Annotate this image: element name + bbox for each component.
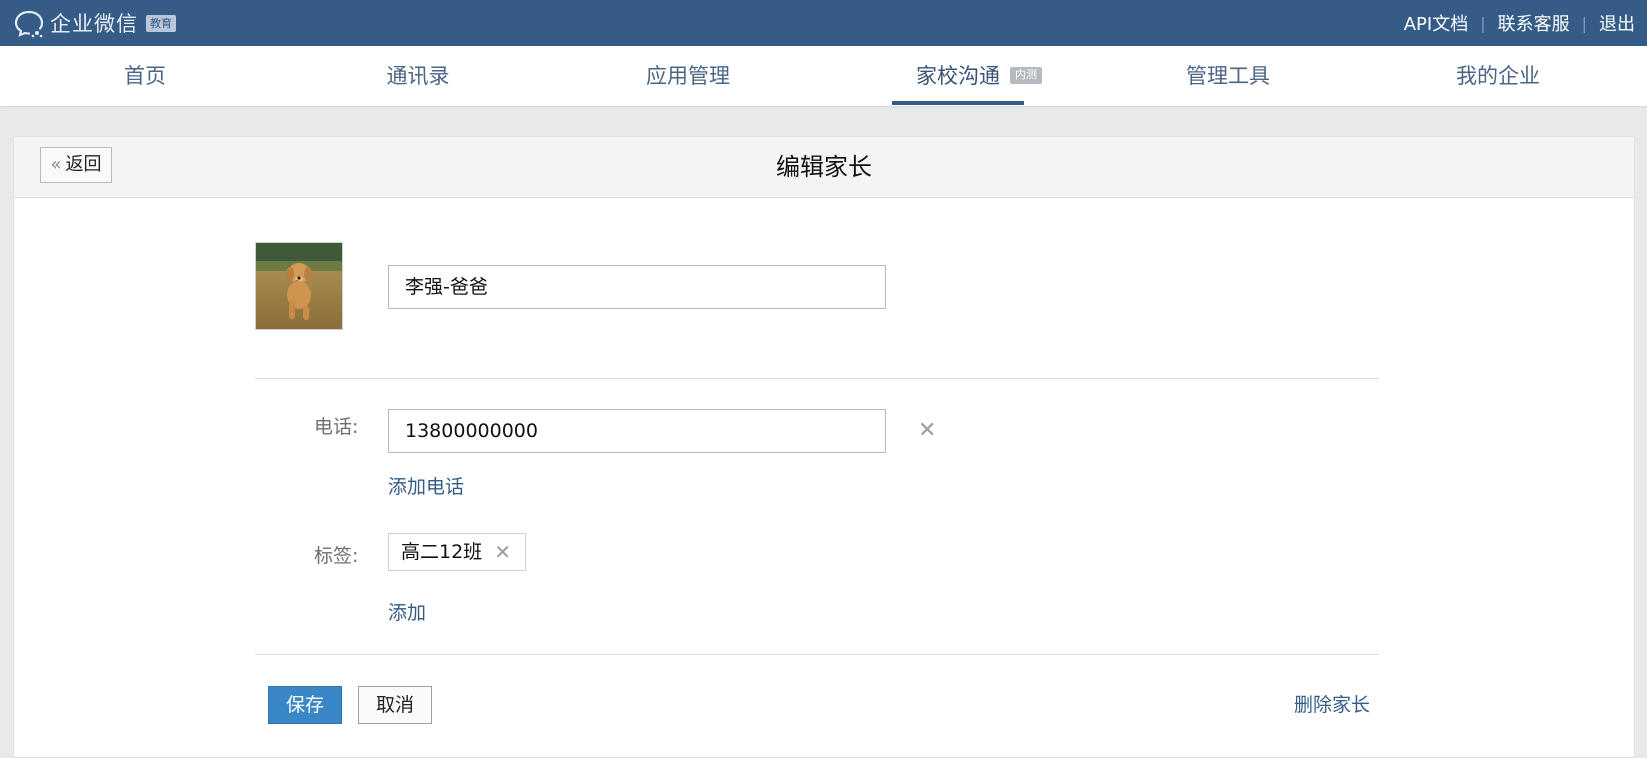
main-nav: 首页 通讯录 应用管理 家校沟通 内测 管理工具 我的企业 xyxy=(0,46,1647,106)
panel-header: 编辑家长 « 返回 xyxy=(14,137,1634,198)
double-chevron-left-icon: « xyxy=(50,154,62,175)
api-docs-link[interactable]: API文档 xyxy=(1404,10,1468,36)
delete-parent-link[interactable]: 删除家长 xyxy=(1294,690,1370,717)
logo-text: 企业微信 xyxy=(50,12,138,36)
back-button[interactable]: « 返回 xyxy=(40,147,112,183)
avatar-dog-image xyxy=(256,243,342,329)
back-button-label: 返回 xyxy=(65,154,102,175)
beta-badge: 内测 xyxy=(1010,66,1042,84)
active-tab-indicator xyxy=(892,101,1024,105)
avatar[interactable] xyxy=(255,242,343,330)
nav-item-home-school[interactable]: 家校沟通 内测 xyxy=(892,46,1068,106)
logo-badge: 教育 xyxy=(146,14,176,32)
phone-label: 电话: xyxy=(314,416,359,438)
logout-link[interactable]: 退出 xyxy=(1599,10,1635,36)
chat-bubble-logo-icon xyxy=(14,10,44,38)
add-tag-link[interactable]: 添加 xyxy=(388,598,426,625)
tag-remove-x-icon[interactable]: ✕ xyxy=(494,534,511,570)
contact-support-link[interactable]: 联系客服 xyxy=(1498,10,1570,36)
add-phone-link[interactable]: 添加电话 xyxy=(388,472,464,499)
link-separator: | xyxy=(1581,13,1587,33)
app-logo[interactable]: 企业微信 教育 xyxy=(12,6,176,40)
phone-field[interactable]: 13800000000 xyxy=(388,409,886,453)
cancel-button[interactable]: 取消 xyxy=(358,686,432,724)
nav-item-management-tools[interactable]: 管理工具 xyxy=(1153,46,1303,106)
nav-item-home-school-label: 家校沟通 xyxy=(916,64,1000,88)
tag-label: 标签: xyxy=(314,545,359,567)
top-links: API文档 | 联系客服 | 退出 xyxy=(1404,0,1635,46)
tag-chip-label: 高二12班 xyxy=(401,541,483,563)
nav-item-app-management[interactable]: 应用管理 xyxy=(613,46,763,106)
name-field[interactable]: 李强-爸爸 xyxy=(388,265,886,309)
tag-chip: 高二12班 ✕ xyxy=(388,533,526,571)
nav-item-home[interactable]: 首页 xyxy=(90,46,200,106)
top-bar: 企业微信 教育 API文档 | 联系客服 | 退出 xyxy=(0,0,1647,46)
nav-item-my-enterprise[interactable]: 我的企业 xyxy=(1423,46,1573,106)
page-title: 编辑家长 xyxy=(776,153,872,181)
clear-x-icon[interactable]: ✕ xyxy=(918,418,936,443)
link-separator: | xyxy=(1480,13,1486,33)
save-button[interactable]: 保存 xyxy=(268,686,342,724)
section-divider xyxy=(255,378,1379,379)
nav-item-contacts[interactable]: 通讯录 xyxy=(343,46,493,106)
section-divider xyxy=(255,654,1379,655)
